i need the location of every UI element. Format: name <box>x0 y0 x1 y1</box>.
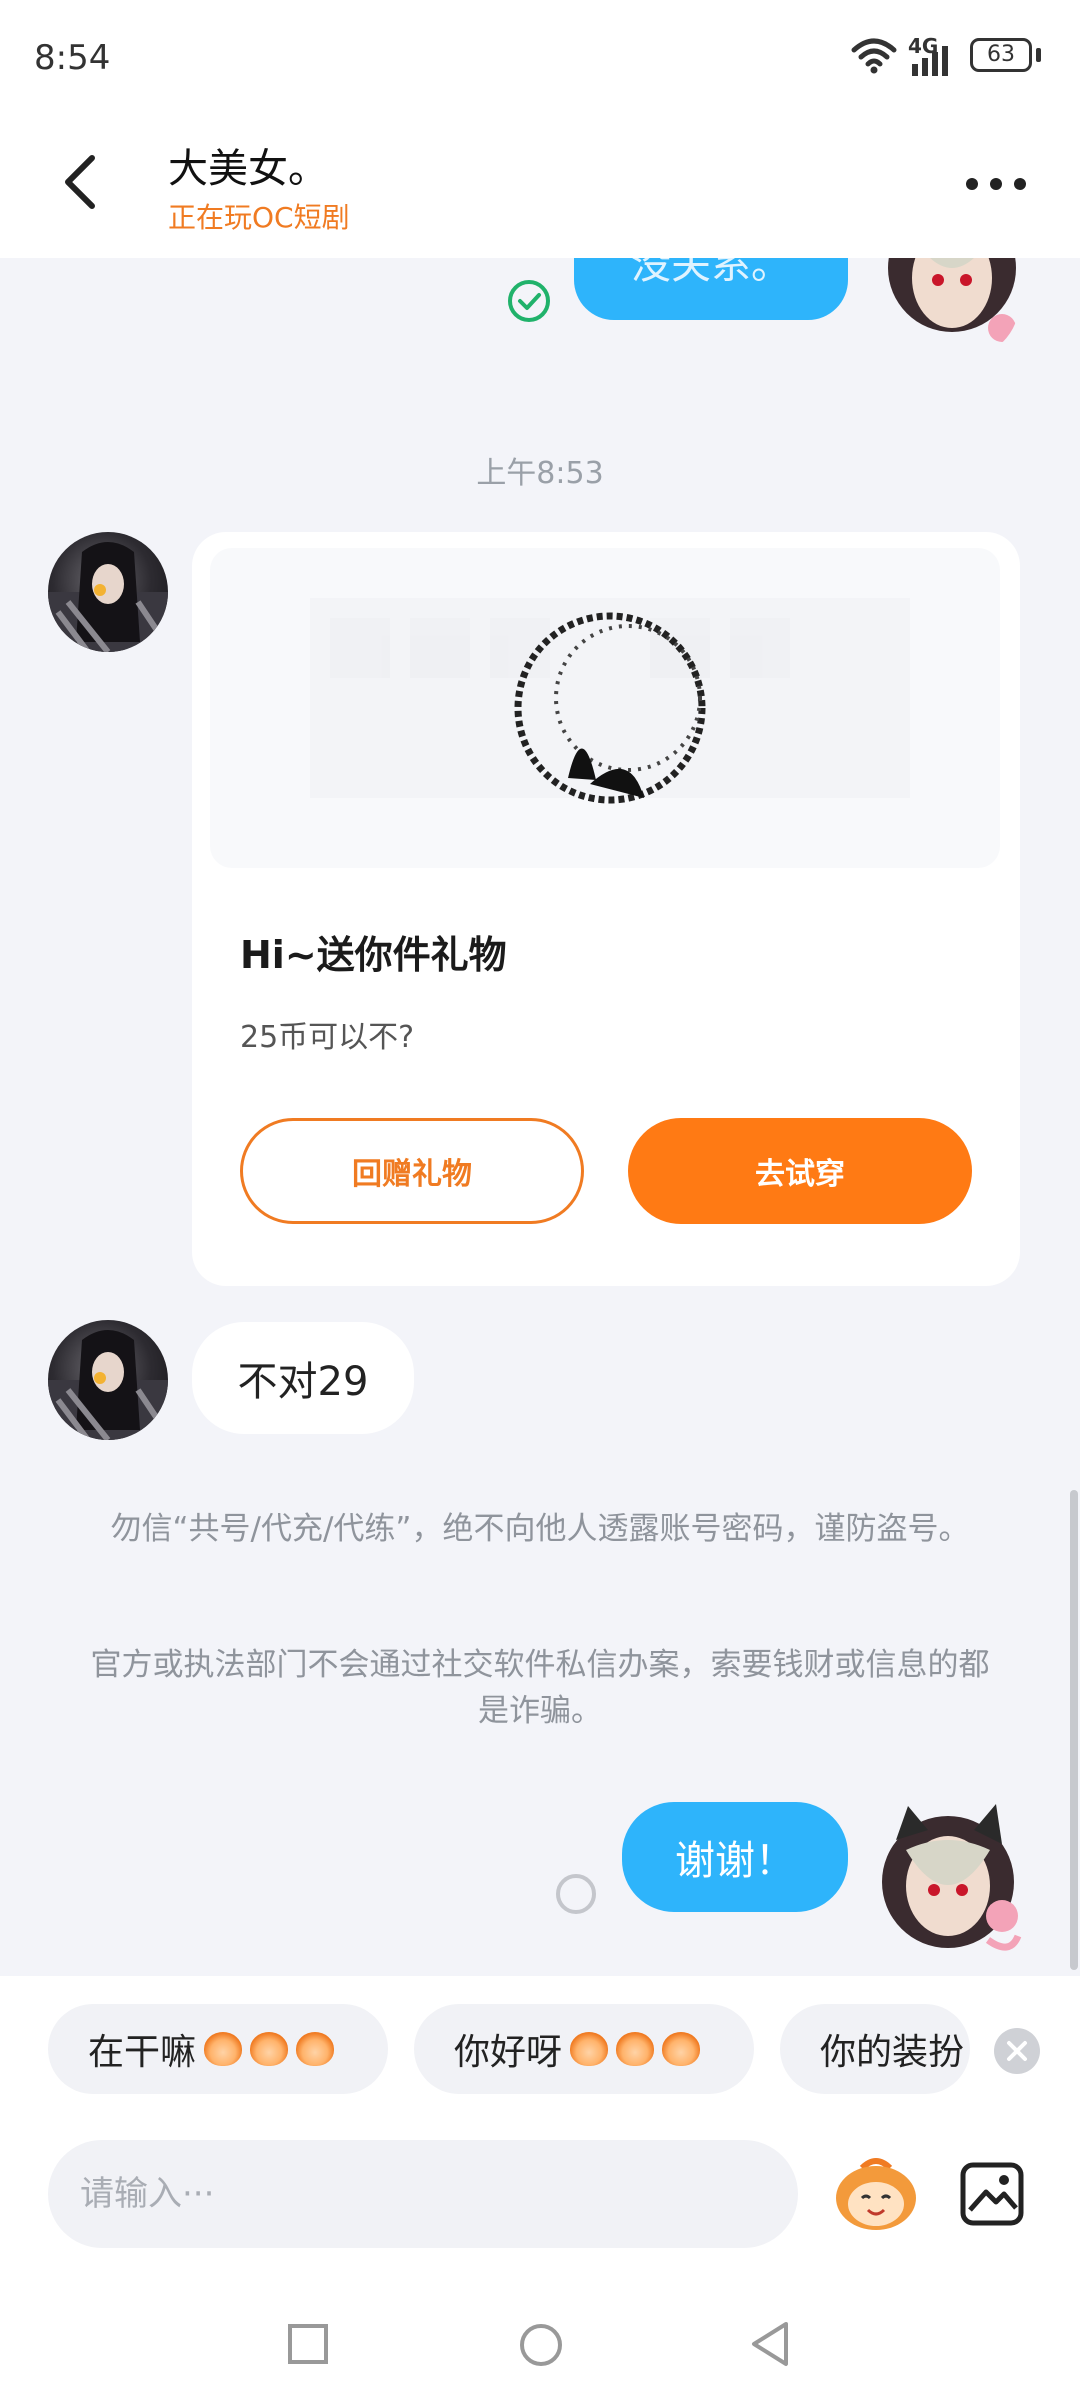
quick-reply-label: 你的装扮 <box>820 2032 965 2073</box>
signal-icon <box>912 46 948 76</box>
received-message-bubble[interactable]: 不对29 <box>192 1322 414 1434</box>
unread-status-indicator <box>556 1874 596 1914</box>
battery-tip <box>1036 48 1041 62</box>
close-quick-replies-button[interactable] <box>994 2028 1040 2074</box>
return-gift-button[interactable]: 回赠礼物 <box>240 1118 584 1224</box>
image-icon[interactable] <box>958 2160 1026 2228</box>
safety-notice-account: 勿信“共号/代充/代练”，绝不向他人透露账号密码，谨防盗号。 <box>110 1511 970 1547</box>
close-icon <box>1007 2041 1027 2061</box>
recent-apps-icon[interactable] <box>286 2322 330 2366</box>
sent-message-text: 谢谢！ <box>675 1838 795 1884</box>
self-avatar[interactable] <box>884 258 1020 360</box>
self-avatar-illustration <box>888 258 1016 360</box>
gift-subtitle: 25币可以不? <box>240 1020 415 1055</box>
try-on-button[interactable]: 去试穿 <box>628 1118 972 1224</box>
monkey-emoji-icon <box>616 2032 655 2066</box>
battery-indicator: 63 <box>970 38 1032 72</box>
quick-reply-chip[interactable]: 你好呀 <box>414 2004 754 2094</box>
back-arrow-icon[interactable] <box>58 152 104 212</box>
contact-avatar-illustration <box>48 542 168 652</box>
chat-scrollbar[interactable] <box>1070 1490 1078 1970</box>
home-icon[interactable] <box>518 2322 564 2368</box>
sent-message-text: 没关系。 <box>631 258 791 288</box>
wifi-icon <box>851 38 897 74</box>
message-input[interactable] <box>78 2173 798 2215</box>
monkey-emoji-icon <box>662 2032 701 2066</box>
self-avatar[interactable] <box>878 1800 1024 1956</box>
message-timestamp: 上午8:53 <box>476 456 604 491</box>
contact-activity-status: 正在玩OC短剧 <box>168 201 350 234</box>
safety-notice-fraud: 官方或执法部门不会通过社交软件私信办案，索要钱财或信息的都是诈骗。 <box>90 1647 990 1729</box>
gift-title: Hi~送你件礼物 <box>240 933 507 977</box>
gift-preview-image[interactable] <box>210 548 1000 868</box>
self-avatar-illustration <box>882 1804 1022 1951</box>
quick-reply-label: 在干嘛 <box>88 2032 197 2073</box>
gift-item-illustration <box>310 598 910 804</box>
quick-reply-chip[interactable]: 你的装扮 <box>780 2004 970 2094</box>
monkey-emoji-icon <box>296 2032 335 2066</box>
check-circle-icon <box>508 280 550 322</box>
chat-header <box>0 120 1080 258</box>
monkey-emoji-icon <box>204 2032 243 2066</box>
nav-back-icon[interactable] <box>748 2320 792 2368</box>
sent-message-bubble[interactable]: 谢谢！ <box>622 1802 848 1912</box>
quick-reply-chip[interactable]: 在干嘛 <box>48 2004 388 2094</box>
contact-avatar[interactable] <box>48 1320 168 1440</box>
more-dots-icon[interactable] <box>964 172 1028 196</box>
chat-contact-name[interactable]: 大美女。 <box>168 136 328 194</box>
monkey-sticker-icon[interactable] <box>832 2156 920 2232</box>
message-input-container[interactable] <box>48 2140 798 2248</box>
quick-reply-label: 你好呀 <box>454 2032 563 2073</box>
sent-message-bubble[interactable]: 没关系。 <box>574 258 848 320</box>
received-message-text: 不对29 <box>237 1359 369 1405</box>
contact-avatar[interactable] <box>48 532 168 652</box>
monkey-emoji-icon <box>570 2032 609 2066</box>
status-time: 8:54 <box>34 38 111 78</box>
monkey-emoji-icon <box>250 2032 289 2066</box>
contact-avatar-illustration <box>48 1330 168 1440</box>
